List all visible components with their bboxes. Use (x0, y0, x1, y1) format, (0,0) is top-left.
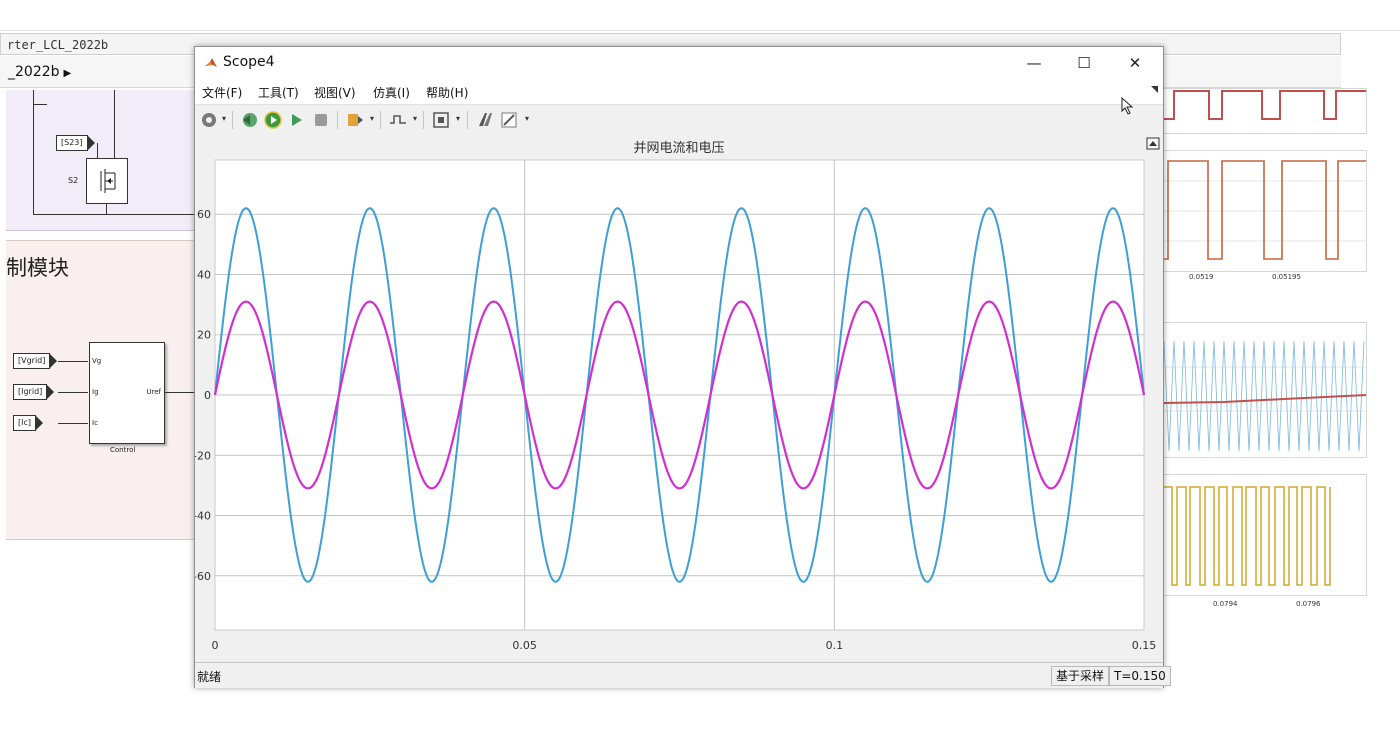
toolbar-separator (467, 111, 468, 129)
toolbar-separator (232, 111, 233, 129)
breadcrumb-arrow-icon[interactable]: ▶ (64, 68, 72, 79)
y-tick-label: -40 (195, 510, 211, 523)
x-tick-label: 0.15 (1132, 639, 1157, 652)
menu-help[interactable]: 帮助(H) (426, 84, 468, 101)
y-tick-label: 20 (197, 329, 211, 342)
undock-arrow-icon[interactable] (1149, 84, 1159, 94)
title-bar[interactable]: Scope4 — ☐ ✕ (195, 47, 1163, 80)
toolbar: ▾ ▾ ▾ ▾ ▾ (195, 104, 1163, 136)
zoom-dropdown-icon[interactable]: ▾ (456, 114, 460, 123)
wire (58, 361, 88, 362)
status-ready: 就绪 (197, 670, 222, 684)
run-icon[interactable] (263, 110, 283, 130)
highlight-dropdown-icon[interactable]: ▾ (370, 114, 374, 123)
wire (58, 423, 88, 424)
background-tick: 0.0794 (1213, 600, 1238, 608)
edit-icon[interactable] (499, 110, 519, 130)
status-time: T=0.150 (1109, 666, 1171, 686)
goto-tag-s23[interactable]: [S23] (56, 135, 94, 151)
background-tick: 0.05195 (1272, 273, 1301, 281)
from-tag-igrid[interactable]: [Igrid] (13, 384, 55, 400)
status-bar: 就绪 基于采样 T=0.150 (195, 662, 1171, 688)
x-tick-label: 0 (212, 639, 219, 652)
highlight-icon[interactable] (345, 110, 365, 130)
scope-plot[interactable]: 并网电流和电压 0 0.05 0.1 0.15 -60 -40 -20 0 20 40 60 (193, 135, 1163, 662)
control-block-name: Control (110, 446, 136, 454)
wire (33, 104, 47, 105)
scope-window[interactable]: Scope4 — ☐ ✕ 文件(F) 工具(T) 视图(V) 仿真(I) 帮助(… (193, 46, 1171, 688)
port-ig: Ig (92, 388, 99, 396)
matlab-logo-icon (204, 56, 218, 70)
background-tick: 0.0796 (1296, 600, 1321, 608)
trigger-dropdown-icon[interactable]: ▾ (413, 114, 417, 123)
menu-tools[interactable]: 工具(T) (258, 84, 299, 101)
step-forward-icon[interactable] (287, 110, 307, 130)
settings-icon[interactable] (199, 110, 219, 130)
step-back-icon[interactable] (239, 110, 259, 130)
wire (33, 214, 194, 215)
edit-dropdown-icon[interactable]: ▾ (525, 114, 529, 123)
y-tick-label: -60 (195, 570, 211, 583)
wire (164, 392, 194, 393)
switch-label: S2 (68, 176, 79, 185)
x-tick-label: 0.05 (512, 639, 537, 652)
plot-area[interactable]: 并网电流和电压 0 0.05 0.1 0.15 -60 -40 -20 0 20 40 60 (193, 135, 1163, 662)
menu-bar: 文件(F) 工具(T) 视图(V) 仿真(I) 帮助(H) (195, 80, 1163, 104)
x-tick-label: 0.1 (826, 639, 844, 652)
background-scope-carrier (1163, 322, 1367, 458)
mouse-cursor-icon (1121, 97, 1134, 115)
minimize-button[interactable]: — (1011, 47, 1057, 80)
background-tick: 0.0519 (1189, 273, 1214, 281)
port-vg: Vg (92, 357, 102, 365)
y-tick-label: 0 (204, 389, 211, 402)
background-scope-pulse-orange (1163, 150, 1367, 272)
pulse-wave (1164, 486, 1331, 586)
menu-file[interactable]: 文件(F) (202, 84, 242, 101)
wire (33, 90, 34, 214)
from-tag-vgrid[interactable]: [Vgrid] (13, 353, 58, 369)
background-window-strip (0, 0, 1400, 31)
wire (58, 392, 88, 393)
y-tick-label: 60 (197, 208, 211, 221)
control-section-title: 制模块 (6, 256, 69, 280)
control-subsystem-block[interactable]: Vg Ig Ic Uref (89, 342, 165, 444)
reference-wave (1164, 394, 1366, 404)
toolbar-separator (337, 111, 338, 129)
background-scope-pulse-yellow (1163, 474, 1367, 596)
wire (114, 90, 115, 158)
toolbar-separator (423, 111, 424, 129)
menu-simulation[interactable]: 仿真(I) (373, 84, 410, 101)
expand-button[interactable] (1146, 137, 1160, 150)
background-scope-pulse-red (1163, 88, 1367, 134)
menu-view[interactable]: 视图(V) (314, 84, 356, 101)
mosfet-symbol-icon (100, 169, 116, 193)
port-ic: Ic (92, 419, 98, 427)
settings-dropdown-icon[interactable]: ▾ (222, 114, 226, 123)
breadcrumb-label[interactable]: _2022b (8, 64, 60, 80)
y-tick-label: -20 (195, 449, 211, 462)
port-uref: Uref (146, 388, 161, 396)
trigger-icon[interactable] (388, 110, 408, 130)
wire (97, 143, 98, 158)
status-mode: 基于采样 (1051, 666, 1110, 686)
toolbar-separator (380, 111, 381, 129)
scope-style-icon[interactable] (475, 110, 495, 130)
plot-title: 并网电流和电压 (633, 141, 724, 156)
zoom-fit-icon[interactable] (431, 110, 451, 130)
stop-icon[interactable] (311, 110, 331, 130)
mosfet-block[interactable] (86, 158, 128, 204)
window-title: Scope4 (223, 54, 275, 70)
y-tick-label: 40 (197, 268, 211, 281)
from-tag-ic[interactable]: [Ic] (13, 415, 43, 431)
close-button[interactable]: ✕ (1112, 47, 1158, 80)
maximize-button[interactable]: ☐ (1061, 47, 1107, 80)
